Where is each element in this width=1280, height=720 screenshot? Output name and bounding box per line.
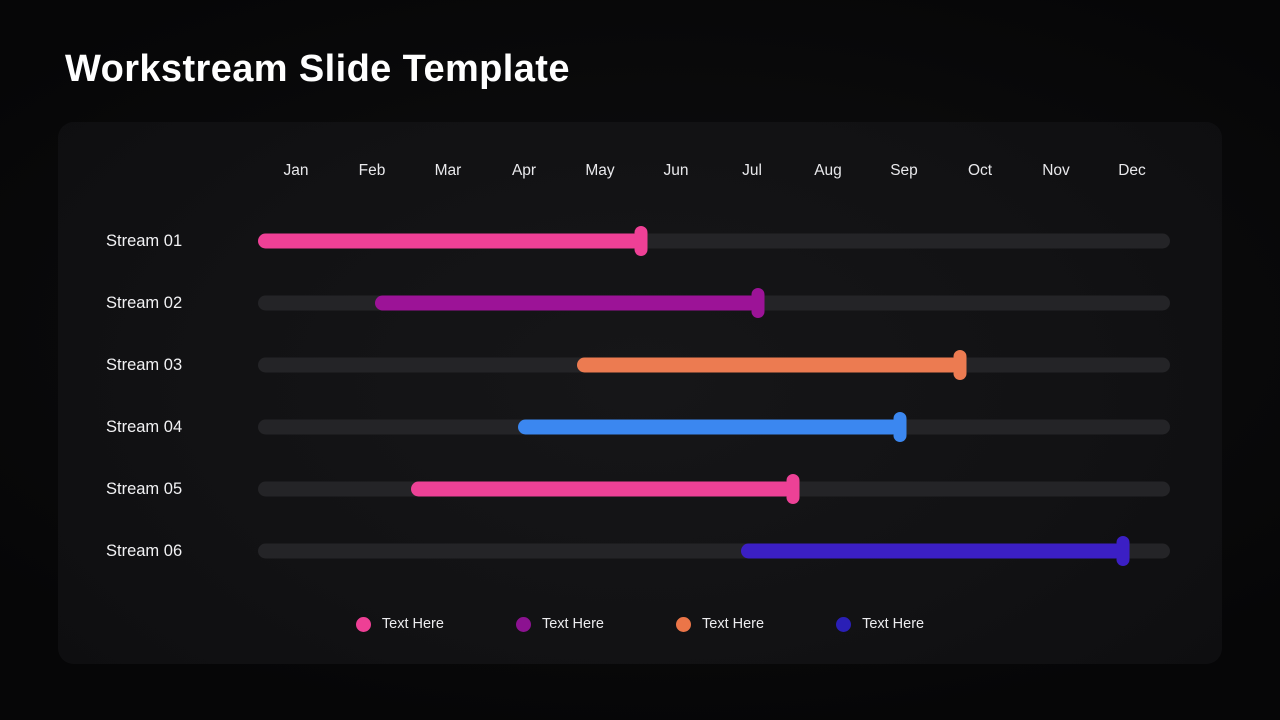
month-label-nov: Nov	[1042, 162, 1070, 179]
month-axis: Jan Feb Mar Apr May Jun Jul Aug Sep Oct Nov Dec	[258, 158, 1170, 184]
timeline-track-wrap	[258, 396, 1170, 458]
month-label-aug: Aug	[814, 162, 842, 179]
legend-color-dot-icon	[515, 616, 531, 632]
timeline-bar-end-handle[interactable]	[751, 288, 765, 318]
month-label-feb: Feb	[358, 162, 386, 179]
timeline-bar-end-handle[interactable]	[953, 350, 967, 380]
legend-item: Text Here	[676, 616, 764, 632]
month-label-apr: Apr	[511, 162, 537, 179]
timeline-bar[interactable]	[741, 543, 1123, 559]
table-row: Stream 06	[58, 520, 1222, 582]
month-label-may: May	[585, 162, 615, 179]
timeline-track-wrap	[258, 458, 1170, 520]
stream-label-3: Stream 03	[106, 356, 183, 374]
legend-color-dot-icon	[676, 616, 691, 632]
legend-color-dot-icon	[355, 616, 371, 632]
table-row: Stream 02	[58, 272, 1222, 334]
timeline-bar[interactable]	[374, 295, 758, 311]
month-label-jan: Jan	[283, 162, 309, 179]
timeline-bar-end-handle[interactable]	[634, 226, 648, 256]
timeline-bar[interactable]	[258, 233, 642, 249]
timeline-track-wrap	[258, 520, 1170, 582]
legend-item: Text Here	[515, 616, 604, 632]
timeline-card: Jan Feb Mar Apr May Jun Jul Aug Sep Oct Nov Dec Str…	[58, 122, 1222, 664]
month-label-sep: Sep	[890, 162, 918, 179]
chart-legend: Text Here Text Here Text Here Text Here	[58, 616, 1222, 632]
timeline-bar-end-handle[interactable]	[893, 412, 907, 442]
timeline-bar[interactable]	[411, 481, 794, 497]
month-label-oct: Oct	[967, 162, 993, 179]
month-label-dec: Dec	[1118, 162, 1146, 179]
legend-item: Text Here	[836, 616, 924, 632]
month-label-mar: Mar	[434, 162, 462, 179]
timeline-track-wrap	[258, 334, 1170, 396]
legend-label: Text Here	[862, 616, 925, 632]
slide-canvas: Workstream Slide Template Jan Feb Mar Apr Ma…	[0, 0, 1280, 720]
timeline-bar-end-handle[interactable]	[1116, 536, 1130, 566]
legend-label: Text Here	[702, 616, 765, 632]
stream-rows: Stream 01 Stream 02 Stream 03 Stream 04 Stre…	[58, 210, 1222, 582]
legend-label: Text Here	[381, 616, 444, 632]
stream-label-5: Stream 05	[106, 480, 183, 498]
stream-label-4: Stream 04	[106, 418, 183, 436]
legend-color-dot-icon	[836, 616, 852, 632]
table-row: Stream 05	[58, 458, 1222, 520]
legend-label: Text Here	[541, 616, 604, 632]
timeline-bar[interactable]	[517, 419, 901, 435]
timeline-track-wrap	[258, 272, 1170, 334]
table-row: Stream 03	[58, 334, 1222, 396]
timeline-bar[interactable]	[577, 357, 961, 373]
timeline-bar-end-handle[interactable]	[786, 474, 800, 504]
table-row: Stream 04	[58, 396, 1222, 458]
stream-label-1: Stream 01	[106, 232, 183, 250]
table-row: Stream 01	[58, 210, 1222, 272]
timeline-track-wrap	[258, 210, 1170, 272]
stream-label-6: Stream 06	[106, 542, 183, 560]
month-label-jun: Jun	[663, 162, 689, 179]
month-label-jul: Jul	[742, 162, 762, 179]
page-title: Workstream Slide Template	[65, 48, 570, 90]
legend-item: Text Here	[355, 616, 444, 632]
stream-label-2: Stream 02	[106, 294, 183, 312]
